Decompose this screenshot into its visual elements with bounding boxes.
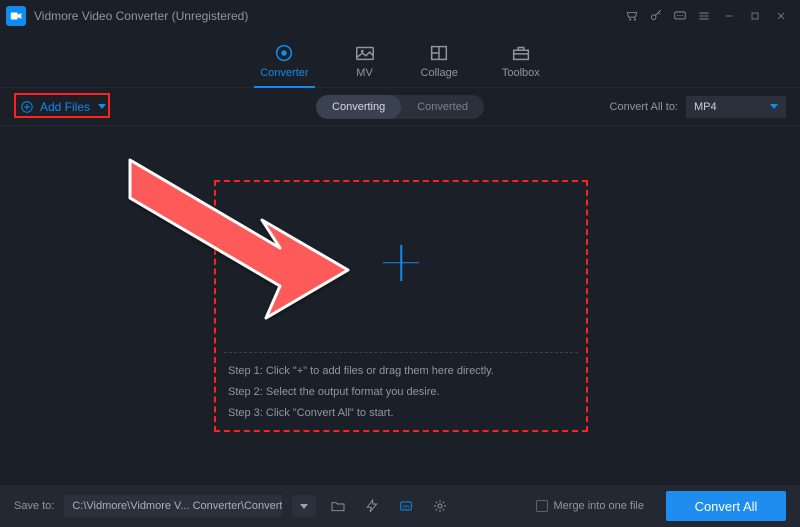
app-title: Vidmore Video Converter (Unregistered) (34, 9, 248, 23)
secondary-bar: Add Files Converting Converted Convert A… (0, 88, 800, 126)
tab-label: Converter (260, 67, 308, 79)
save-to-label: Save to: (14, 500, 54, 512)
convert-all-button[interactable]: Convert All (666, 491, 786, 521)
app-window: Vidmore Video Converter (Unregistered) C… (0, 0, 800, 527)
tab-collage[interactable]: Collage (415, 38, 464, 87)
dropdown-caret-icon (770, 104, 778, 109)
steps-help: Step 1: Click "+" to add files or drag t… (216, 365, 586, 429)
main-nav: Converter MV Collage Toolbox (0, 32, 800, 88)
dropzone-top (216, 181, 586, 344)
open-folder-button[interactable] (326, 495, 350, 517)
main-area: Step 1: Click "+" to add files or drag t… (0, 126, 800, 485)
convert-all-to-label: Convert All to: (610, 101, 678, 113)
close-button[interactable] (768, 4, 794, 28)
dropdown-caret-icon (98, 104, 106, 109)
format-selected: MP4 (694, 101, 717, 113)
step-3: Step 3: Click "Convert All" to start. (228, 407, 574, 419)
dropzone[interactable]: Step 1: Click "+" to add files or drag t… (216, 181, 586, 429)
maximize-button[interactable] (742, 4, 768, 28)
hw-accel-button[interactable] (360, 495, 384, 517)
tab-mv[interactable]: MV (347, 38, 383, 87)
mv-icon (353, 42, 377, 64)
cart-icon[interactable] (620, 4, 644, 28)
app-logo (6, 6, 26, 26)
tab-toolbox[interactable]: Toolbox (496, 38, 546, 87)
gpu-toggle[interactable]: ON (394, 495, 418, 517)
divider (224, 352, 578, 353)
key-icon[interactable] (644, 4, 668, 28)
tab-label: Collage (421, 67, 458, 79)
converter-icon (272, 42, 296, 64)
toggle-converted[interactable]: Converted (401, 95, 484, 119)
tab-converter[interactable]: Converter (254, 38, 314, 87)
bottom-bar: Save to: C:\Vidmore\Vidmore V... Convert… (0, 485, 800, 527)
save-path-field[interactable]: C:\Vidmore\Vidmore V... Converter\Conver… (64, 495, 282, 517)
status-toggle: Converting Converted (316, 95, 484, 119)
convert-all-to: Convert All to: MP4 (610, 96, 786, 118)
save-path-dropdown[interactable] (292, 495, 316, 517)
svg-text:ON: ON (403, 504, 410, 509)
add-files-label: Add Files (40, 100, 90, 114)
step-2: Step 2: Select the output format you des… (228, 386, 574, 398)
toggle-converting[interactable]: Converting (316, 95, 401, 119)
tab-label: Toolbox (502, 67, 540, 79)
dropdown-caret-icon (300, 504, 308, 509)
step-1: Step 1: Click "+" to add files or drag t… (228, 365, 574, 377)
checkbox-icon (536, 500, 548, 512)
output-format-dropdown[interactable]: MP4 (686, 96, 786, 118)
plus-icon[interactable] (383, 245, 419, 281)
add-files-button[interactable]: Add Files (14, 96, 112, 118)
toolbox-icon (509, 42, 533, 64)
tab-label: MV (356, 67, 373, 79)
merge-checkbox[interactable]: Merge into one file (536, 500, 645, 512)
collage-icon (427, 42, 451, 64)
merge-label: Merge into one file (554, 500, 645, 512)
settings-button[interactable] (428, 495, 452, 517)
minimize-button[interactable] (716, 4, 742, 28)
menu-icon[interactable] (692, 4, 716, 28)
feedback-icon[interactable] (668, 4, 692, 28)
titlebar: Vidmore Video Converter (Unregistered) (0, 0, 800, 32)
